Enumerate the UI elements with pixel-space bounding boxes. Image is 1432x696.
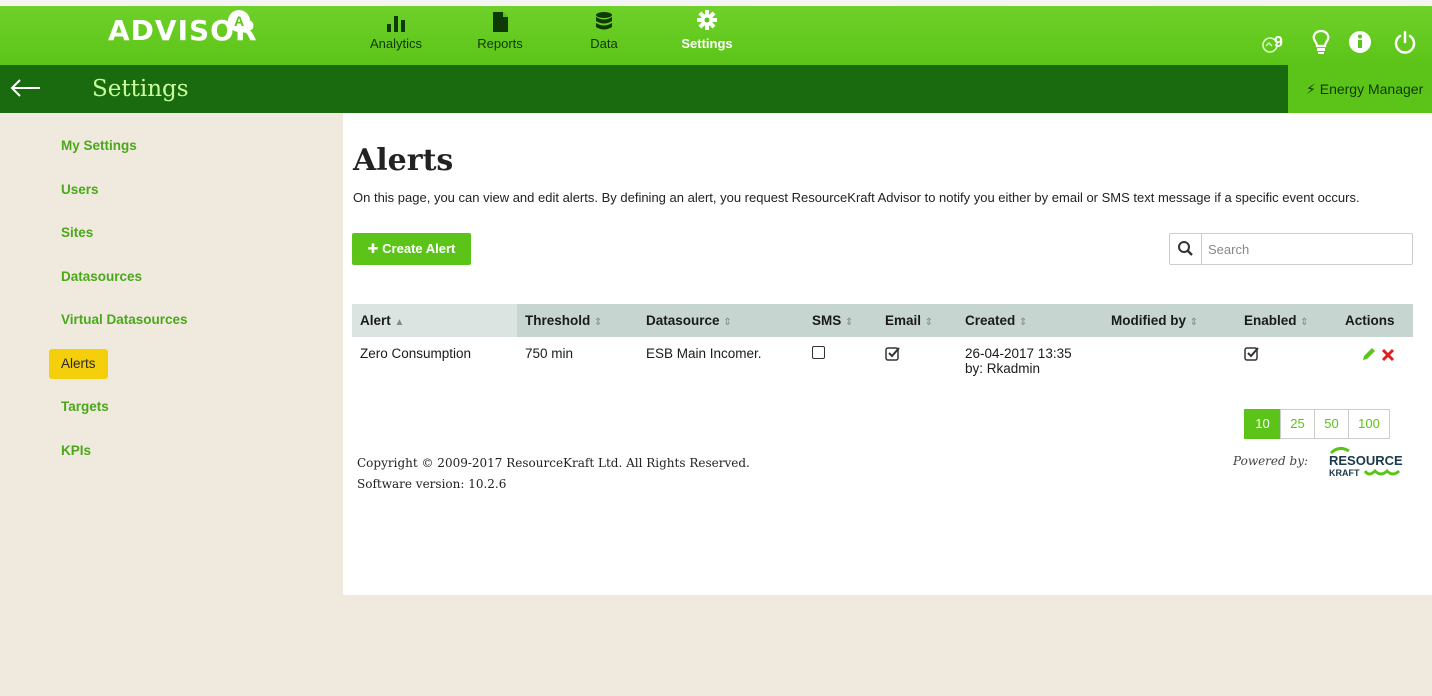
page-size-100[interactable]: 100: [1348, 409, 1390, 439]
page-size-25[interactable]: 25: [1280, 409, 1315, 439]
tab-settings[interactable]: Settings: [675, 8, 739, 73]
create-alert-button[interactable]: ✚ Create Alert: [352, 233, 471, 265]
sort-icon: ⇕: [723, 317, 732, 328]
delete-x-icon[interactable]: [1381, 348, 1395, 362]
energy-manager-dropdown[interactable]: ⚡ Energy Manager ▼: [1288, 65, 1432, 145]
software-version: Software version: 10.2.6: [357, 477, 507, 491]
sort-icon: ⇕: [845, 317, 854, 328]
cell-actions: [1337, 337, 1413, 397]
logo-word-resource: RESOURCE: [1329, 453, 1403, 468]
email-checkbox-checked-icon: [885, 347, 900, 361]
page-size-50[interactable]: 50: [1314, 409, 1349, 439]
col-sms[interactable]: SMS ⇕: [804, 304, 877, 337]
logo-word-kraft: KRAFT: [1329, 468, 1360, 478]
document-icon: [493, 12, 508, 32]
logo-badge-icon: A: [228, 10, 250, 32]
back-arrow-icon[interactable]: [8, 75, 42, 105]
alerts-table: Alert ▲ Threshold ⇕ Datasource ⇕ SMS ⇕ E…: [352, 304, 1413, 397]
sidebar-item-kpis[interactable]: KPIs: [49, 436, 103, 466]
sort-asc-icon: ▲: [394, 317, 405, 328]
created-date: 26-04-2017 13:35: [965, 346, 1072, 361]
enabled-checkbox-checked-icon: [1244, 347, 1259, 361]
tab-reports[interactable]: Reports: [468, 8, 532, 66]
cell-sms: [804, 337, 877, 397]
plus-icon: ✚: [367, 241, 379, 256]
bar-chart-icon: [387, 16, 405, 32]
page-section-title: Settings: [92, 76, 189, 102]
create-alert-label: Create Alert: [382, 241, 456, 256]
tab-label: Settings: [681, 36, 733, 51]
sidebar-item-targets[interactable]: Targets: [49, 392, 121, 422]
col-modified-by[interactable]: Modified by ⇕: [1103, 304, 1236, 337]
sidebar-item-virtual-datasources[interactable]: Virtual Datasources: [49, 305, 200, 335]
main-panel: Alerts On this page, you can view and ed…: [343, 113, 1432, 595]
sort-icon: ⇕: [1189, 317, 1199, 328]
table-row: Zero Consumption 750 min ESB Main Income…: [352, 337, 1413, 397]
page-description: On this page, you can view and edit aler…: [353, 190, 1360, 205]
search-input[interactable]: [1204, 234, 1410, 264]
sort-icon: ⇕: [1300, 317, 1309, 328]
sidebar-item-my-settings[interactable]: My Settings: [49, 131, 149, 161]
info-icon[interactable]: [1347, 28, 1375, 56]
database-icon: [596, 12, 612, 30]
sidebar-item-datasources[interactable]: Datasources: [49, 262, 154, 292]
sort-icon: ⇕: [1019, 317, 1028, 328]
gear-icon: [697, 10, 717, 30]
cell-created: 26-04-2017 13:35 by: Rkadmin: [957, 337, 1103, 397]
col-threshold[interactable]: Threshold ⇕: [517, 304, 638, 337]
created-by: by: Rkadmin: [965, 361, 1041, 376]
col-enabled[interactable]: Enabled ⇕: [1236, 304, 1337, 337]
cell-enabled: [1236, 337, 1337, 397]
lightbulb-icon[interactable]: [1308, 28, 1336, 56]
col-actions: Actions: [1337, 304, 1413, 337]
sidebar-item-sites[interactable]: Sites: [49, 218, 105, 248]
col-alert[interactable]: Alert ▲: [352, 304, 517, 337]
tab-label: Data: [590, 36, 618, 51]
cell-modified-by: [1103, 337, 1236, 397]
cell-threshold: 750 min: [525, 346, 574, 361]
sidebar-item-alerts[interactable]: Alerts: [49, 349, 108, 379]
tab-label: Analytics: [369, 36, 423, 51]
cell-alert: Zero Consumption: [360, 346, 472, 361]
tab-analytics[interactable]: Analytics: [364, 8, 428, 66]
sort-icon: ⇕: [924, 317, 934, 328]
role-label: Energy Manager: [1319, 81, 1424, 97]
sort-icon: ⇕: [594, 317, 603, 328]
edit-pencil-icon[interactable]: [1361, 346, 1377, 362]
notification-count: 9: [1274, 34, 1283, 51]
search-box: [1169, 233, 1413, 265]
cell-datasource: ESB Main Incomer.: [646, 346, 762, 361]
power-icon[interactable]: [1392, 28, 1420, 56]
page-size-10[interactable]: 10: [1244, 409, 1281, 439]
settings-header-bar: Settings ⚡ Energy Manager ▼: [0, 65, 1432, 145]
col-created[interactable]: Created ⇕: [957, 304, 1103, 337]
sidebar-item-users[interactable]: Users: [49, 175, 111, 205]
col-email[interactable]: Email ⇕: [877, 304, 957, 337]
bolt-icon: ⚡: [1306, 81, 1316, 97]
page-size-selector: 10 25 50 100: [1244, 409, 1390, 439]
footer-text: Copyright © 2009-2017 ResourceKraft Ltd.…: [357, 453, 750, 495]
resourcekraft-logo[interactable]: RESOURCE KRAFT: [1319, 443, 1413, 479]
top-navbar: ADVISOR A Analytics Reports Data Setting…: [0, 0, 1432, 73]
tab-data[interactable]: Data: [580, 8, 628, 66]
copyright: Copyright © 2009-2017 ResourceKraft Ltd.…: [357, 456, 750, 470]
notification-icon[interactable]: 9: [1260, 29, 1288, 57]
page-title: Alerts: [353, 143, 454, 178]
powered-by: Powered by:: [1233, 454, 1309, 468]
search-icon[interactable]: [1170, 234, 1202, 264]
col-datasource[interactable]: Datasource ⇕: [638, 304, 804, 337]
cell-email: [877, 337, 957, 397]
table-header-row: Alert ▲ Threshold ⇕ Datasource ⇕ SMS ⇕ E…: [352, 304, 1413, 337]
sms-checkbox-unchecked-icon: [812, 346, 825, 359]
tab-label: Reports: [477, 36, 523, 51]
